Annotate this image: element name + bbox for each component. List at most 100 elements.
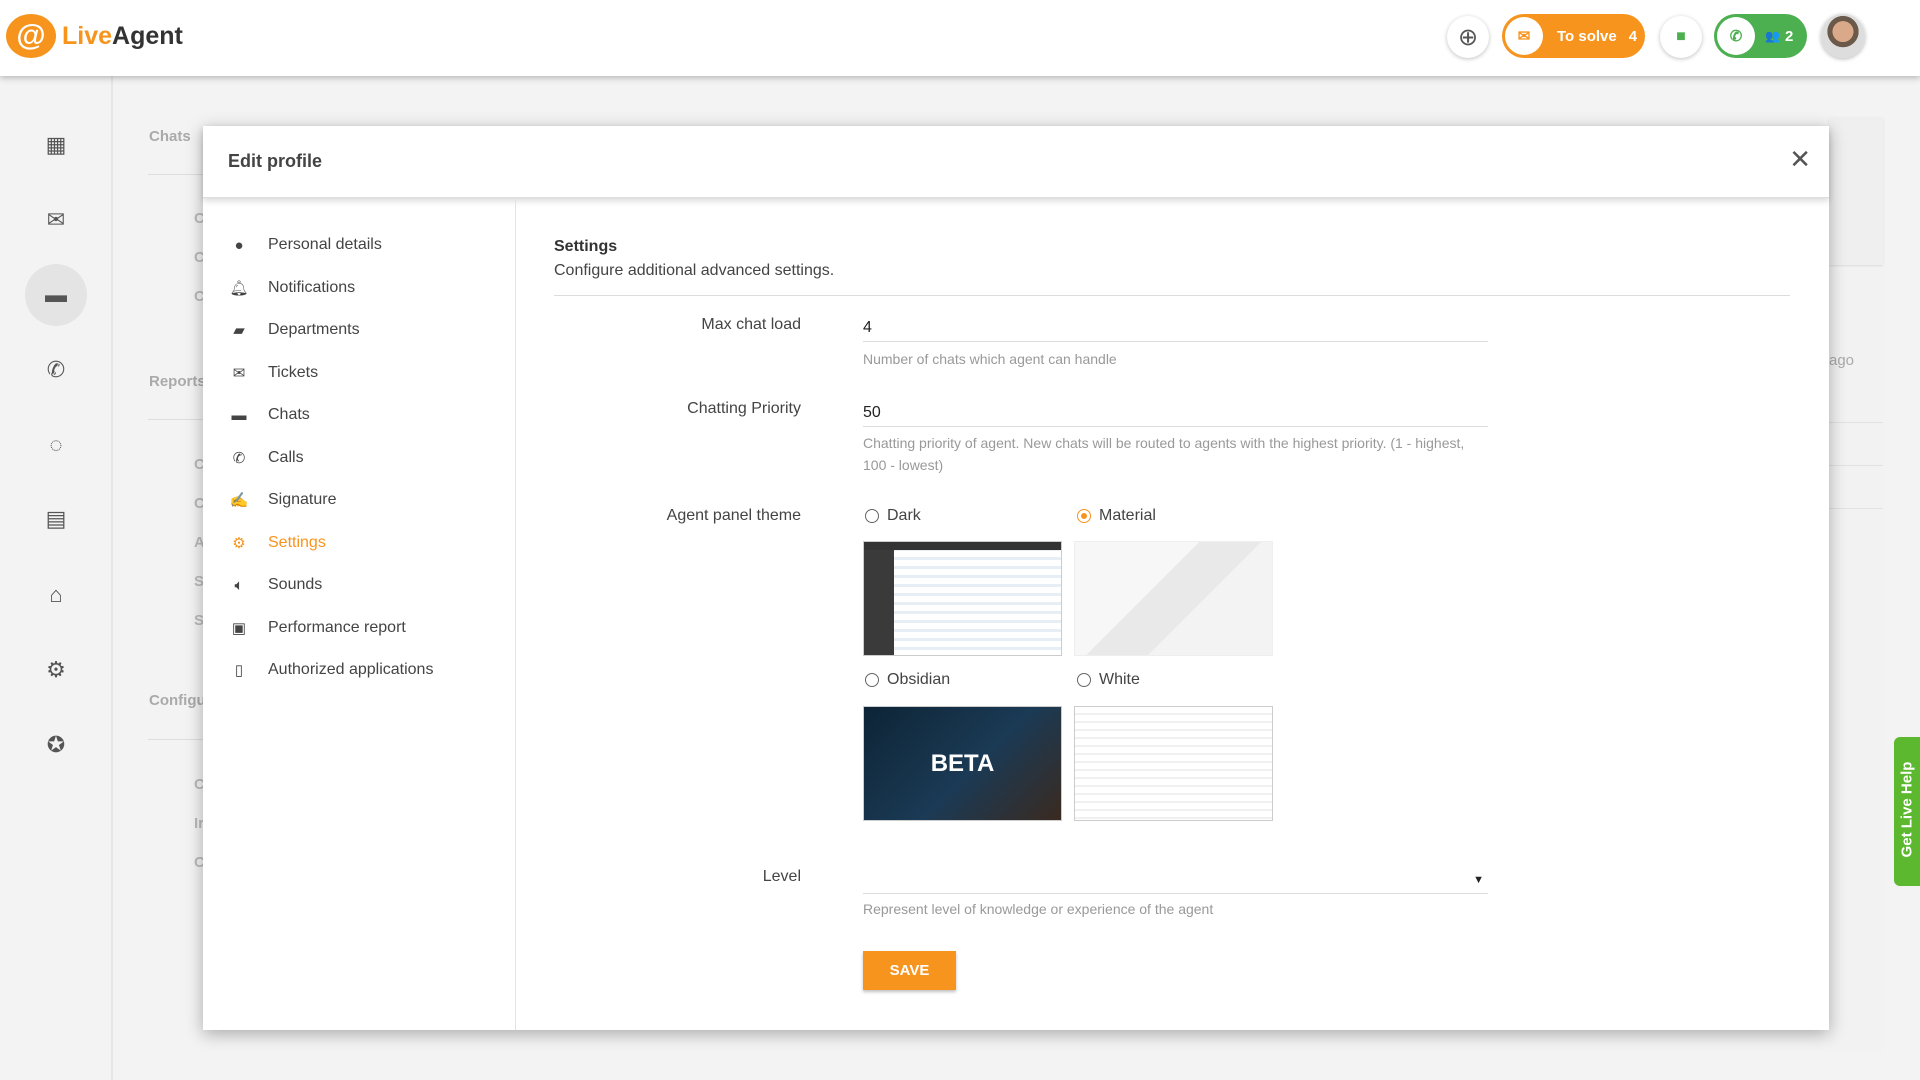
main-nav: ▦ ✉ ▬ ✆ ◌ ▤ ⌂ ⚙ ✪ — [0, 76, 113, 1080]
menu-label: Performance report — [268, 619, 406, 636]
radio-icon — [1077, 673, 1091, 687]
menu-item-calls[interactable]: ✆ Calls — [228, 449, 304, 467]
contacts-icon[interactable]: ▤ — [25, 488, 87, 550]
radio-label: White — [1099, 671, 1140, 688]
dialog-header: Edit profile ✕ — [203, 126, 1829, 198]
theme-radio-material[interactable]: Material — [1077, 507, 1156, 525]
chatting-priority-label: Chatting Priority — [687, 400, 801, 417]
level-select[interactable]: ▼ — [863, 864, 1488, 894]
profile-menu: ● Personal details 🔔︎ Notifications ▰ Depar… — [203, 198, 516, 1030]
envelope-icon: ✉ — [232, 365, 246, 382]
menu-item-authorized-applications[interactable]: ▯ Authorized applications — [228, 661, 434, 679]
speaker-icon: 🔈︎ — [234, 576, 244, 594]
menu-label: Sounds — [268, 576, 323, 593]
online-count: 2 — [1784, 27, 1794, 45]
section-chats: Chats — [149, 128, 191, 145]
dialog-title: Edit profile — [228, 151, 322, 171]
max-chat-load-help: Number of chats which agent can handle — [863, 351, 1117, 367]
person-icon: ● — [234, 236, 244, 254]
theme-radio-white[interactable]: White — [1077, 671, 1140, 689]
section-configuration: Configu — [149, 692, 206, 709]
dropdown-arrow-icon: ▼ — [1473, 874, 1484, 886]
plus-circle-icon: ⊕ — [1457, 23, 1479, 51]
beta-badge: BETA — [930, 749, 995, 777]
chat-icon: ■ — [1676, 28, 1686, 45]
menu-label: Chats — [268, 406, 310, 423]
radio-label: Dark — [887, 507, 921, 524]
envelope-icon: ✉ — [1505, 17, 1543, 55]
call-status-button[interactable]: ✆ 👥 2 — [1714, 14, 1807, 58]
theme-preview-material[interactable] — [1074, 541, 1273, 656]
theme-preview-dark[interactable] — [863, 541, 1062, 656]
divider — [554, 295, 1790, 296]
menu-item-sounds[interactable]: 🔈︎ Sounds — [228, 576, 322, 594]
theme-preview-obsidian[interactable]: BETA — [863, 706, 1062, 821]
menu-label: Authorized applications — [268, 661, 434, 678]
menu-item-tickets[interactable]: ✉ Tickets — [228, 364, 318, 382]
phone-icon: ✆ — [1717, 17, 1755, 55]
user-avatar[interactable] — [1821, 14, 1865, 58]
radio-icon — [865, 673, 879, 687]
menu-item-chats[interactable]: ▬ Chats — [228, 406, 310, 424]
max-chat-load-label: Max chat load — [701, 316, 801, 333]
theme-preview-white[interactable] — [1074, 706, 1273, 821]
radio-label: Material — [1099, 507, 1156, 524]
configuration-icon[interactable]: ⚙ — [25, 639, 87, 701]
dashboard-icon[interactable]: ▦ — [25, 114, 87, 176]
star-icon[interactable]: ✪ — [25, 714, 87, 776]
menu-label: Settings — [268, 534, 326, 551]
level-help: Represent level of knowledge or experien… — [863, 901, 1214, 917]
liveagent-logo[interactable]: @ LiveAgent — [6, 14, 183, 58]
reports-icon[interactable]: ◌ — [25, 414, 87, 476]
menu-item-departments[interactable]: ▰ Departments — [228, 321, 360, 339]
menu-item-performance-report[interactable]: ▣ Performance report — [228, 619, 406, 637]
theme-radio-obsidian[interactable]: Obsidian — [865, 671, 950, 689]
agent-panel-theme-label: Agent panel theme — [666, 507, 801, 524]
add-button[interactable]: ⊕ — [1447, 16, 1489, 58]
theme-radio-dark[interactable]: Dark — [865, 507, 921, 525]
menu-item-signature[interactable]: ✍ Signature — [228, 491, 337, 509]
chats-icon[interactable]: ▬ — [25, 264, 87, 326]
menu-label: Tickets — [268, 364, 319, 381]
edit-profile-dialog: Edit profile ✕ ● Personal details 🔔︎ Notif… — [203, 126, 1829, 1030]
menu-item-personal-details[interactable]: ● Personal details — [228, 236, 381, 254]
logo-live: Live — [62, 21, 113, 50]
knowledgebase-icon[interactable]: ⌂ — [25, 564, 87, 626]
menu-item-settings[interactable]: ⚙ Settings — [228, 534, 326, 552]
menu-label: Departments — [268, 321, 360, 338]
calls-icon[interactable]: ✆ — [25, 339, 87, 401]
menu-item-notifications[interactable]: 🔔︎ Notifications — [228, 279, 355, 297]
gear-icon: ⚙ — [232, 535, 246, 552]
radio-checked-icon — [1077, 509, 1091, 523]
menu-label: Notifications — [268, 279, 356, 296]
close-icon[interactable]: ✕ — [1789, 144, 1811, 175]
chatting-priority-help: Chatting priority of agent. New chats wi… — [863, 435, 1465, 473]
group-icon: 👥 — [1765, 29, 1780, 43]
save-button[interactable]: SAVE — [863, 951, 956, 990]
background-list: ago — [1829, 270, 1883, 1053]
signature-icon: ✍ — [229, 492, 249, 509]
section-reports: Reports — [149, 373, 206, 390]
top-bar: @ LiveAgent ⊕ ✉ To solve 4 ■ ✆ 👥 2 — [0, 0, 1920, 76]
get-live-help-tab[interactable]: Get Live Help — [1894, 737, 1920, 886]
input-underline — [863, 341, 1488, 342]
chat-status-button[interactable]: ■ — [1660, 16, 1702, 58]
to-solve-button[interactable]: ✉ To solve 4 — [1502, 14, 1645, 58]
chip-icon: ▣ — [231, 620, 247, 637]
tablet-icon: ▯ — [234, 662, 244, 679]
level-label: Level — [762, 868, 801, 885]
radio-icon — [865, 509, 879, 523]
tickets-icon[interactable]: ✉ — [25, 189, 87, 251]
chatting-priority-input[interactable]: 50 — [863, 404, 881, 422]
menu-label: Calls — [268, 449, 304, 466]
max-chat-load-input[interactable]: 4 — [863, 319, 872, 337]
input-underline — [863, 426, 1488, 427]
chat-icon: ▬ — [231, 406, 247, 424]
logo-agent: Agent — [112, 21, 183, 50]
logo-mark: @ — [6, 14, 56, 58]
to-solve-label: To solve — [1557, 27, 1617, 45]
live-help-label: Get Live Help — [1898, 761, 1916, 858]
menu-label: Signature — [268, 491, 337, 508]
folder-icon: ▰ — [233, 322, 245, 339]
bell-icon: 🔔︎ — [229, 280, 249, 297]
